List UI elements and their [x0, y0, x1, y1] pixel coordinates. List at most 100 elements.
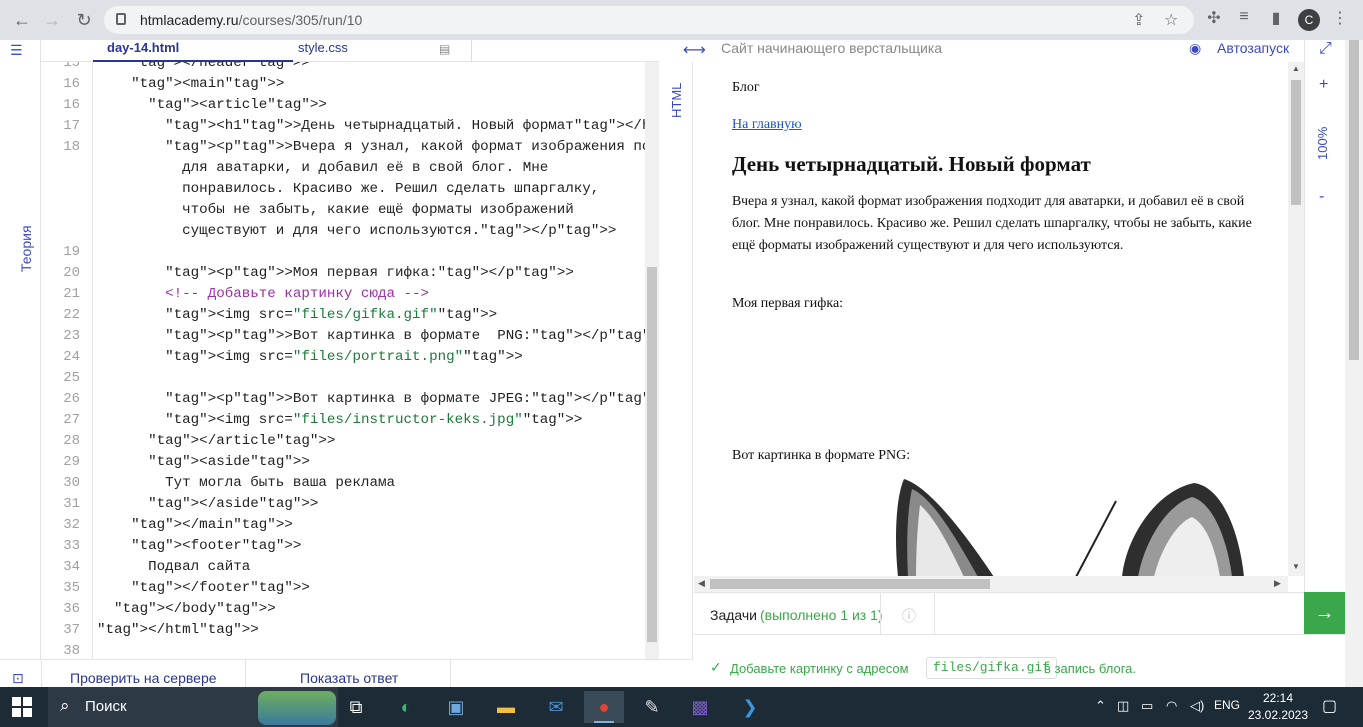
code-line[interactable]: "tag"><main"tag">> [97, 74, 284, 95]
feedback-icon[interactable]: ⊡ [12, 670, 24, 687]
scroll-up-icon[interactable]: ▲ [1292, 64, 1300, 73]
autorun-toggle[interactable]: Автозапуск [1217, 40, 1289, 56]
tab-day-14-html[interactable]: day-14.html [107, 40, 179, 55]
code-line[interactable]: Подвал сайта [97, 557, 250, 578]
code-line[interactable]: <!-- Добавьте картинку сюда --> [97, 284, 429, 305]
bookmark-star-icon[interactable]: ☆ [1164, 10, 1178, 30]
code-line[interactable]: понравилось. Красиво же. Решил сделать ш… [97, 179, 599, 200]
file-icon[interactable]: ▤ [439, 42, 450, 56]
battery-icon[interactable]: ▭ [1141, 698, 1153, 714]
meet-icon[interactable]: ◫ [1117, 698, 1129, 714]
theory-tab[interactable]: Теория [18, 225, 34, 272]
page-scrollbar-thumb[interactable] [1349, 40, 1359, 360]
browser-toolbar: ← → ↻ htmlacademy.ru/courses/305/run/10 … [0, 0, 1363, 40]
html-side-label[interactable]: HTML [669, 83, 684, 118]
paint-icon[interactable]: ✎ [632, 691, 672, 723]
code-line[interactable]: "tag"></header"tag">> [97, 62, 310, 74]
task-item: ✓ Добавьте картинку с адресом files/gifk… [694, 634, 1345, 687]
file-explorer-icon[interactable]: ▬ [486, 691, 526, 723]
preview-frame[interactable]: Блог На главную День четырнадцатый. Новы… [694, 62, 1288, 576]
code-line[interactable]: для аватарки, и добавил её в свой блог. … [97, 158, 548, 179]
back-icon[interactable]: ← [10, 8, 34, 32]
code-line[interactable]: Тут могла быть ваша реклама [97, 473, 395, 494]
language-indicator[interactable]: ENG [1214, 698, 1240, 712]
code-line[interactable]: "tag"><p"tag">>Вот картинка в формате PN… [97, 326, 645, 347]
code-line[interactable]: "tag"></main"tag">> [97, 515, 293, 536]
task-view-icon[interactable]: ⧉ [336, 691, 376, 723]
scroll-right-icon[interactable]: ▶ [1274, 578, 1281, 589]
hamburger-icon[interactable]: ☰ [10, 42, 26, 59]
volume-icon[interactable]: ◁) [1190, 698, 1204, 714]
scroll-down-icon[interactable]: ▼ [1292, 562, 1300, 571]
check-on-server-button[interactable]: Проверить на сервере [70, 670, 217, 686]
editor-scrollbar-thumb[interactable] [647, 267, 657, 642]
code-editor[interactable]: "tag"></header"tag">> "tag"><main"tag">>… [93, 62, 645, 659]
editor-scrollbar[interactable] [645, 62, 659, 659]
line-number: 19 [63, 244, 80, 260]
code-line[interactable]: "tag"><footer"tag">> [97, 536, 301, 557]
next-task-button[interactable]: → [1304, 592, 1345, 634]
line-number: 34 [63, 559, 80, 575]
code-line[interactable]: "tag"></aside"tag">> [97, 494, 318, 515]
resize-arrows-icon[interactable]: ⟷ [683, 40, 706, 60]
code-line[interactable]: "tag"><img src="files/portrait.png""tag"… [97, 347, 523, 368]
code-line[interactable]: "tag"><p"tag">>Вчера я узнал, какой форм… [97, 137, 645, 158]
address-bar[interactable]: htmlacademy.ru/courses/305/run/10 ⇪ ☆ [104, 6, 1194, 34]
share-icon[interactable]: ⇪ [1132, 10, 1145, 30]
clock-time: 22:14 [1262, 691, 1294, 705]
profile-avatar[interactable]: C [1298, 9, 1320, 31]
chrome-icon[interactable]: ● [584, 691, 624, 723]
preview-horizontal-scrollbar[interactable]: ◀ ▶ [694, 576, 1288, 592]
side-panel-icon[interactable]: ▮ [1264, 8, 1288, 28]
taskbar-search[interactable]: ⌕ Поиск [48, 687, 338, 727]
code-line[interactable]: существуют и для чего используются."tag"… [97, 221, 616, 242]
code-line[interactable]: "tag"><h1"tag">>День четырнадцатый. Новы… [97, 116, 645, 137]
show-answer-button[interactable]: Показать ответ [300, 670, 398, 686]
preview-vertical-thumb[interactable] [1291, 80, 1301, 205]
notifications-icon[interactable]: ▢ [1322, 696, 1337, 716]
preview-horizontal-thumb[interactable] [710, 579, 990, 589]
clock[interactable]: 22:14 23.02.2023 [1246, 690, 1310, 724]
preview-heading: День четырнадцатый. Новый формат [732, 152, 1091, 176]
tasks-bar[interactable]: Задачи (выполнено 1 из 1) ⓘ [694, 592, 1304, 635]
line-number-gutter: 15 16 16 17 18 19 20 21 22 23 24 25 26 27 28 29 30 31 32 33… [41, 62, 93, 659]
save-disk-icon[interactable]: ▩ [680, 691, 720, 723]
code-line[interactable]: "tag"><article"tag">> [97, 95, 327, 116]
mail-icon[interactable]: ✉ [536, 691, 576, 723]
preview-vertical-scrollbar[interactable]: ▲ ▼ [1288, 62, 1304, 576]
scroll-left-icon[interactable]: ◀ [698, 578, 705, 589]
search-label: Поиск [85, 698, 127, 715]
chevron-up-icon[interactable]: ⌃ [1095, 698, 1106, 714]
reading-list-icon[interactable]: ≡ [1232, 8, 1256, 26]
code-line[interactable]: "tag"><p"tag">>Моя первая гифка:"tag"></… [97, 263, 574, 284]
zoom-in-button[interactable]: + [1319, 76, 1328, 94]
active-app-indicator [594, 721, 614, 723]
code-line[interactable]: "tag"></footer"tag">> [97, 578, 310, 599]
wifi-icon[interactable]: ◠ [1166, 698, 1177, 714]
code-line[interactable]: "tag"><aside"tag">> [97, 452, 310, 473]
info-icon[interactable]: ⓘ [902, 606, 916, 626]
preview-home-link[interactable]: На главную [732, 117, 802, 133]
reload-icon[interactable]: ↻ [72, 8, 96, 32]
code-line[interactable]: "tag"><img src="files/instructor-keks.jp… [97, 410, 582, 431]
code-line[interactable]: чтобы не забыть, какие ещё форматы изобр… [97, 200, 574, 221]
menu-kebab-icon[interactable]: ⋮ [1328, 8, 1352, 28]
zoom-out-button[interactable]: - [1319, 188, 1324, 206]
windows-taskbar: ⌕ Поиск ⧉ ◐ ▣ ▬ ✉ ● ✎ ▩ ❯ ⌃ ◫ ▭ ◠ ◁) ENG… [0, 687, 1363, 727]
autorun-icon[interactable]: ◉ [1189, 40, 1201, 57]
code-line[interactable]: "tag"></body"tag">> [97, 599, 276, 620]
windows-start-icon[interactable] [12, 697, 32, 717]
forward-icon[interactable]: → [40, 8, 64, 32]
store-icon[interactable]: ▣ [436, 691, 476, 723]
fullscreen-icon[interactable]: ⤢ [1319, 40, 1332, 58]
code-line[interactable]: "tag"><p"tag">>Вот картинка в формате JP… [97, 389, 645, 410]
preview-gif-caption: Моя первая гифка: [732, 296, 844, 311]
vscode-icon[interactable]: ❯ [730, 691, 770, 723]
page-scrollbar[interactable] [1345, 40, 1363, 687]
code-line[interactable]: "tag"></article"tag">> [97, 431, 335, 452]
extensions-icon[interactable]: ✣ [1202, 8, 1226, 28]
edge-icon[interactable]: ◐ [386, 691, 426, 723]
tab-style-css[interactable]: style.css [298, 40, 348, 55]
code-line[interactable]: "tag"></html"tag">> [97, 620, 259, 641]
code-line[interactable]: "tag"><img src="files/gifka.gif""tag">> [97, 305, 497, 326]
